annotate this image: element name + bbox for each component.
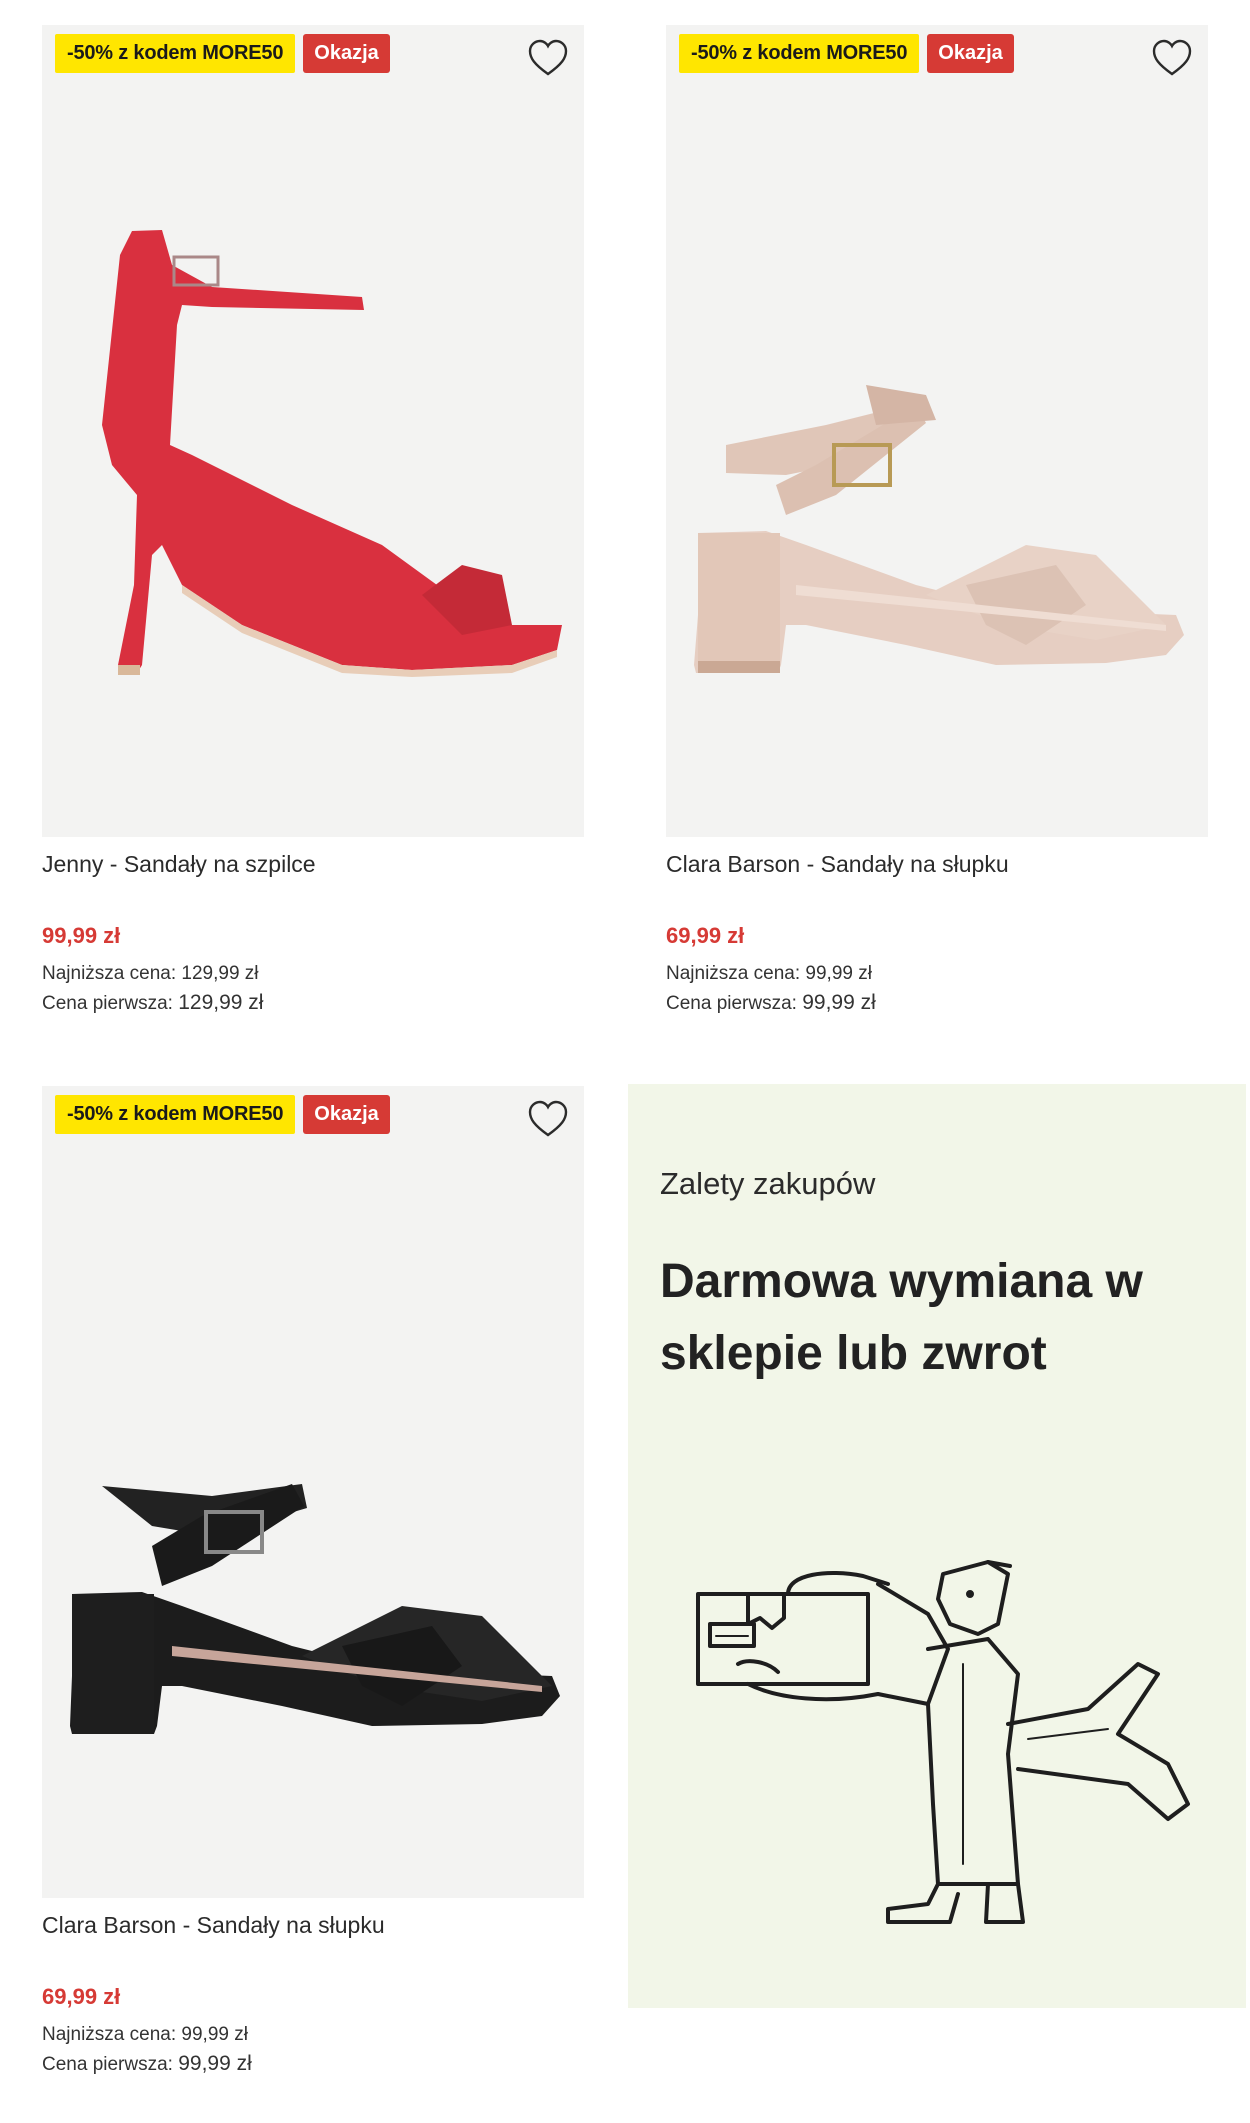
badge-group: -50% z kodem MORE50 Okazja bbox=[679, 34, 1014, 73]
product-price: 99,99 zł bbox=[42, 923, 121, 948]
sale-badge: Okazja bbox=[303, 1095, 390, 1134]
benefits-kicker: Zalety zakupów bbox=[660, 1166, 876, 1201]
original-price-value: 129,99 zł bbox=[178, 991, 264, 1014]
product-price: 69,99 zł bbox=[666, 923, 745, 948]
lowest-price-value: 129,99 zł bbox=[181, 963, 259, 984]
heart-icon[interactable] bbox=[1150, 37, 1194, 81]
original-price-row: Cena pierwsza: 99,99 zł bbox=[666, 991, 876, 1015]
original-price-label: Cena pierwsza: bbox=[42, 2054, 173, 2075]
sale-badge: Okazja bbox=[927, 34, 1014, 73]
lowest-price-label: Najniższa cena: bbox=[666, 963, 801, 984]
product-image[interactable] bbox=[42, 25, 584, 837]
product-price: 69,99 zł bbox=[42, 1984, 121, 2009]
sale-badge: Okazja bbox=[303, 34, 390, 73]
benefits-headline: Darmowa wymiana w sklepie lub zwrot bbox=[660, 1255, 1143, 1380]
product-card[interactable]: -50% z kodem MORE50 Okazja Jenny - Sanda… bbox=[42, 25, 584, 1025]
original-price-row: Cena pierwsza: 129,99 zł bbox=[42, 991, 263, 1015]
heart-icon[interactable] bbox=[526, 1098, 570, 1142]
lowest-price-row: Najniższa cena: 99,99 zł bbox=[666, 963, 872, 985]
badge-group: -50% z kodem MORE50 Okazja bbox=[55, 1095, 390, 1134]
lowest-price-label: Najniższa cena: bbox=[42, 2024, 177, 2045]
original-price-label: Cena pierwsza: bbox=[666, 993, 797, 1014]
product-title[interactable]: Clara Barson - Sandały na słupku bbox=[42, 1912, 385, 1939]
promo-code-badge: -50% z kodem MORE50 bbox=[55, 34, 296, 73]
product-card[interactable]: -50% z kodem MORE50 Okazja Clara Barson … bbox=[666, 25, 1208, 1025]
courier-carrying-parcel-icon bbox=[696, 1560, 1190, 1924]
product-title[interactable]: Clara Barson - Sandały na słupku bbox=[666, 851, 1009, 878]
promo-code-badge: -50% z kodem MORE50 bbox=[55, 1095, 296, 1134]
red-stiletto-sandal-image bbox=[102, 230, 562, 677]
original-price-row: Cena pierwsza: 99,99 zł bbox=[42, 2052, 252, 2076]
product-title[interactable]: Jenny - Sandały na szpilce bbox=[42, 851, 316, 878]
heart-icon[interactable] bbox=[526, 37, 570, 81]
lowest-price-row: Najniższa cena: 99,99 zł bbox=[42, 2024, 248, 2046]
lowest-price-value: 99,99 zł bbox=[805, 963, 872, 984]
original-price-value: 99,99 zł bbox=[802, 991, 876, 1014]
beige-block-heel-sandal-image bbox=[694, 385, 1184, 673]
promo-code-badge: -50% z kodem MORE50 bbox=[679, 34, 920, 73]
lowest-price-label: Najniższa cena: bbox=[42, 963, 177, 984]
product-image[interactable] bbox=[42, 1086, 584, 1898]
lowest-price-value: 99,99 zł bbox=[181, 2024, 248, 2045]
badge-group: -50% z kodem MORE50 Okazja bbox=[55, 34, 390, 73]
benefits-promo-panel[interactable]: Zalety zakupów Darmowa wymiana w sklepie… bbox=[628, 1084, 1246, 2008]
lowest-price-row: Najniższa cena: 129,99 zł bbox=[42, 963, 259, 985]
black-block-heel-sandal-image bbox=[70, 1484, 560, 1734]
original-price-label: Cena pierwsza: bbox=[42, 993, 173, 1014]
product-image[interactable] bbox=[666, 25, 1208, 837]
product-card[interactable]: -50% z kodem MORE50 Okazja Clara Barson … bbox=[42, 1086, 584, 2086]
original-price-value: 99,99 zł bbox=[178, 2052, 252, 2075]
